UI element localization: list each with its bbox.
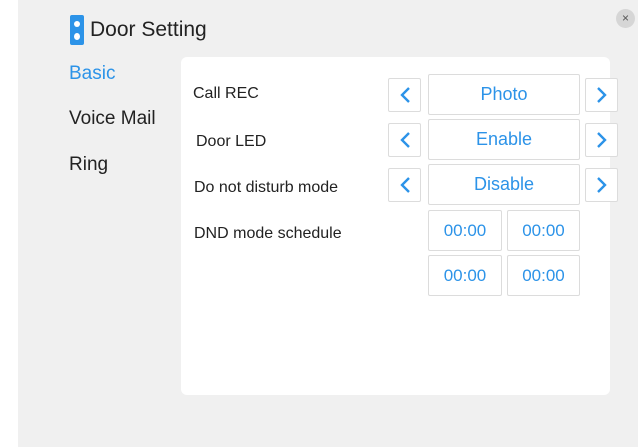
chevron-left-icon — [399, 87, 410, 103]
dnd-schedule-label: DND mode schedule — [194, 225, 342, 242]
dnd-start-hour-field[interactable]: 00:00 — [428, 210, 502, 251]
dnd-mode-value[interactable]: Disable — [428, 164, 580, 205]
door-led-value[interactable]: Enable — [428, 119, 580, 160]
door-led-next-button[interactable] — [585, 123, 618, 157]
sidebar-item-voice-mail[interactable]: Voice Mail — [69, 108, 156, 130]
title-bar: Door Setting — [70, 10, 207, 50]
call-rec-value[interactable]: Photo — [428, 74, 580, 115]
dnd-end-minute-field[interactable]: 00:00 — [507, 255, 580, 296]
dnd-start-minute-field[interactable]: 00:00 — [507, 210, 580, 251]
call-rec-prev-button[interactable] — [388, 78, 421, 112]
chevron-right-icon — [596, 177, 607, 193]
door-led-label: Door LED — [196, 133, 267, 150]
close-button[interactable]: × — [616, 9, 635, 28]
page-title: Door Setting — [90, 18, 207, 41]
sidebar-item-ring[interactable]: Ring — [69, 154, 108, 176]
call-rec-label: Call REC — [193, 85, 259, 102]
dnd-mode-next-button[interactable] — [585, 168, 618, 202]
chevron-left-icon — [399, 177, 410, 193]
call-rec-next-button[interactable] — [585, 78, 618, 112]
door-icon — [70, 15, 84, 45]
chevron-left-icon — [399, 132, 410, 148]
dnd-end-hour-field[interactable]: 00:00 — [428, 255, 502, 296]
dnd-mode-prev-button[interactable] — [388, 168, 421, 202]
dnd-mode-label: Do not disturb mode — [194, 179, 339, 196]
chevron-right-icon — [596, 87, 607, 103]
sidebar-item-basic[interactable]: Basic — [69, 63, 115, 85]
chevron-right-icon — [596, 132, 607, 148]
door-led-prev-button[interactable] — [388, 123, 421, 157]
